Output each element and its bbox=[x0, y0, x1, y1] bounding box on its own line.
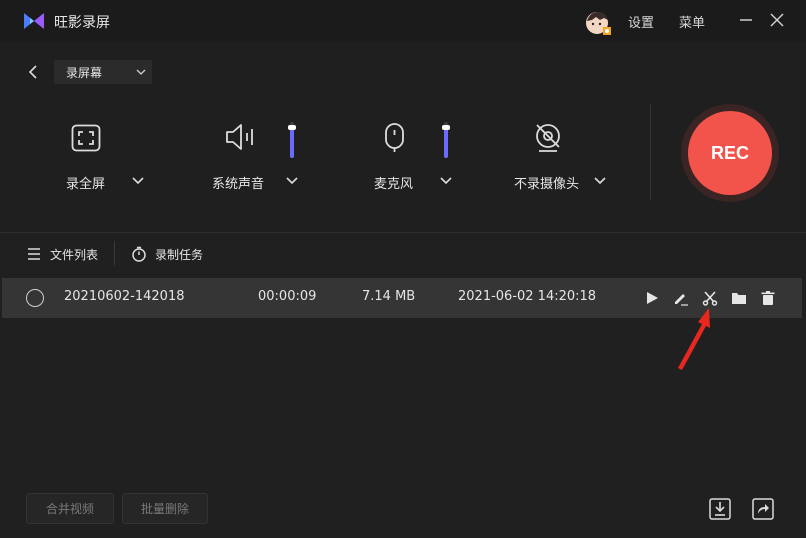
microphone-icon[interactable] bbox=[383, 122, 407, 154]
chevron-down-icon[interactable] bbox=[593, 174, 607, 188]
menu-link[interactable]: 菜单 bbox=[679, 12, 705, 31]
edit-icon[interactable] bbox=[673, 290, 689, 306]
source-label-camera: 不录摄像头 bbox=[514, 177, 580, 192]
chevron-down-icon[interactable] bbox=[439, 174, 453, 188]
chevron-down-icon[interactable] bbox=[131, 174, 145, 188]
timer-icon bbox=[132, 246, 146, 262]
avatar[interactable] bbox=[584, 10, 612, 36]
speaker-icon[interactable] bbox=[224, 122, 256, 152]
source-label-microphone: 麦克风 bbox=[374, 177, 414, 192]
system-volume-knob[interactable] bbox=[288, 125, 296, 130]
mode-select-label: 录屏幕 bbox=[66, 66, 103, 80]
merge-video-button[interactable]: 合并视频 bbox=[26, 493, 114, 524]
title-bar: 旺影录屏 设置 菜单 bbox=[0, 0, 806, 42]
file-size: 7.14 MB bbox=[362, 289, 416, 304]
scissors-icon[interactable] bbox=[702, 290, 718, 306]
mic-volume-knob[interactable] bbox=[442, 125, 450, 130]
chevron-down-icon bbox=[136, 69, 146, 75]
source-label-system-sound: 系统声音 bbox=[212, 177, 265, 192]
tab-bar: 文件列表 录制任务 bbox=[0, 233, 806, 275]
share-icon[interactable] bbox=[751, 497, 775, 521]
tab-label: 录制任务 bbox=[155, 248, 204, 262]
chevron-down-icon[interactable] bbox=[285, 174, 299, 188]
batch-delete-button[interactable]: 批量删除 bbox=[122, 493, 208, 524]
file-date: 2021-06-02 14:20:18 bbox=[458, 289, 597, 304]
divider bbox=[114, 241, 115, 265]
camera-off-icon[interactable] bbox=[533, 122, 563, 154]
back-icon[interactable] bbox=[24, 62, 44, 82]
file-duration: 00:00:09 bbox=[258, 289, 317, 304]
fullscreen-icon[interactable] bbox=[71, 124, 101, 152]
annotation-arrow-icon bbox=[678, 308, 710, 370]
source-label-fullscreen: 录全屏 bbox=[66, 177, 106, 192]
divider bbox=[650, 104, 651, 200]
close-icon[interactable] bbox=[767, 10, 787, 30]
settings-link[interactable]: 设置 bbox=[628, 12, 654, 31]
file-name: 20210602-142018 bbox=[64, 289, 185, 304]
app-logo-icon bbox=[24, 13, 44, 29]
tab-label: 文件列表 bbox=[50, 248, 99, 262]
app-title: 旺影录屏 bbox=[54, 15, 110, 31]
play-icon[interactable] bbox=[644, 290, 660, 306]
mic-volume-fill bbox=[444, 127, 448, 158]
tab-record-tasks[interactable]: 录制任务 bbox=[131, 245, 211, 263]
minimize-icon[interactable] bbox=[736, 10, 756, 30]
list-icon bbox=[28, 248, 40, 260]
folder-icon[interactable] bbox=[731, 290, 747, 306]
trash-icon[interactable] bbox=[760, 290, 776, 306]
mode-select[interactable]: 录屏幕 bbox=[54, 60, 152, 84]
tab-file-list[interactable]: 文件列表 bbox=[26, 245, 106, 263]
rec-button[interactable]: REC bbox=[688, 111, 772, 195]
row-select-radio[interactable] bbox=[26, 289, 44, 307]
import-icon[interactable] bbox=[708, 497, 732, 521]
system-volume-fill bbox=[290, 127, 294, 158]
